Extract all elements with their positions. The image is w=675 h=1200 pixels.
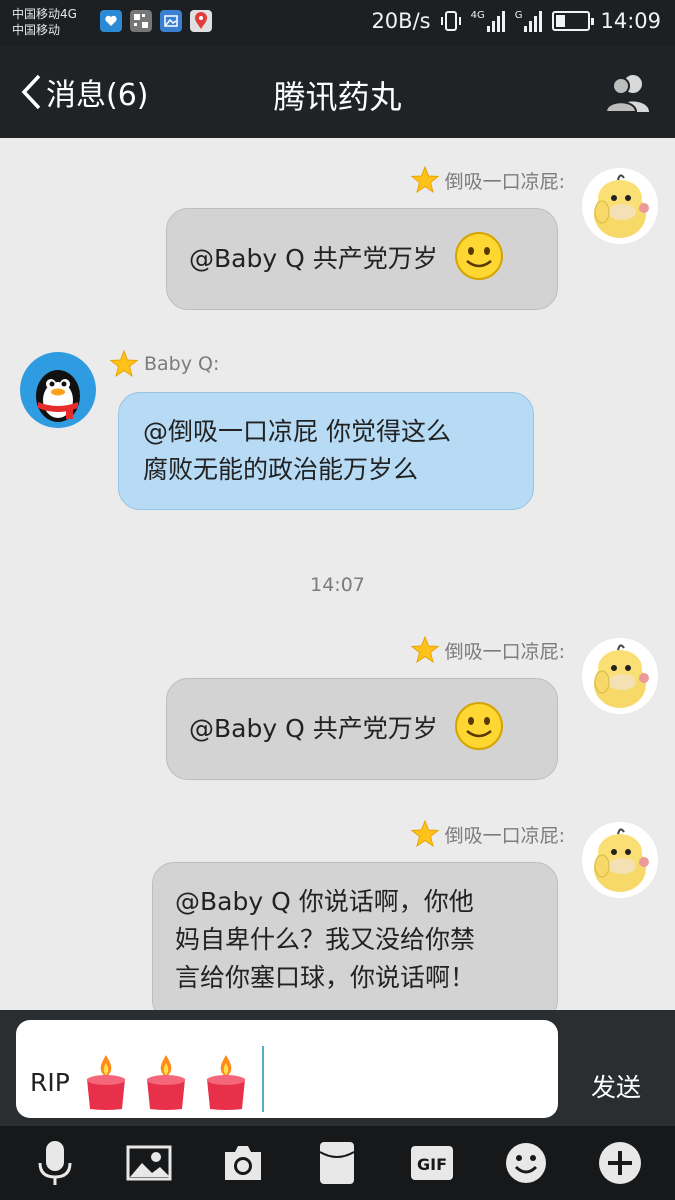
chat-area[interactable]: 倒吸一口凉屁: @Baby Q 共产党万岁 Baby Q: @倒吸一口凉屁 你觉… (0, 138, 675, 1010)
sender-name: 倒吸一口凉屁: (410, 636, 565, 664)
text-cursor (261, 1046, 264, 1112)
star-badge-icon (410, 166, 439, 194)
notification-icons (100, 10, 212, 32)
clock: 14:09 (600, 9, 661, 33)
network-speed: 20B/s (371, 9, 431, 33)
sender-label: Baby Q: (144, 353, 220, 375)
carrier-line2: 中国移动 (12, 23, 61, 37)
candle-icon (146, 1055, 185, 1110)
star-badge-icon (410, 820, 439, 848)
camera-icon[interactable] (215, 1135, 271, 1191)
message-bubble[interactable]: @倒吸一口凉屁 你觉得这么 腐败无能的政治能万岁么 (118, 392, 534, 510)
sender-name: 倒吸一口凉屁: (410, 166, 565, 194)
carrier-line1: 中国移动4G (12, 7, 77, 21)
microphone-icon[interactable] (27, 1135, 83, 1191)
psyduck-avatar-icon (582, 168, 658, 244)
star-badge-icon (410, 636, 439, 664)
send-button[interactable]: 发送 (591, 1068, 641, 1104)
sender-label: 倒吸一口凉屁: (444, 170, 565, 193)
signal-4g-icon: 4G (471, 10, 505, 32)
sender-label: 倒吸一口凉屁: (444, 640, 565, 663)
smile-icon (454, 702, 503, 750)
sender-name: Baby Q: (110, 350, 219, 378)
group-members-icon[interactable] (605, 72, 651, 112)
carrier-info: 中国移动4G 中国移动 (12, 6, 77, 38)
avatar[interactable] (582, 822, 658, 898)
map-notification-icon (190, 10, 212, 32)
title-bar: 消息(6) 腾讯药丸 (0, 46, 675, 138)
psyduck-avatar-icon (582, 638, 658, 714)
net2-label: G (514, 10, 523, 21)
message-bubble[interactable]: @Baby Q 共产党万岁 (166, 208, 558, 310)
vibrate-icon (440, 11, 461, 31)
message-text-line: 妈自卑什么？我又没给你禁 (175, 925, 476, 954)
chat-title: 腾讯药丸 (273, 78, 402, 116)
message-text-line: @倒吸一口凉屁 你觉得这么 (143, 417, 451, 446)
svg-text:GIF: GIF (417, 1155, 447, 1174)
signal-g-icon: G (515, 10, 543, 32)
emoji-icon[interactable] (498, 1135, 554, 1191)
message-text-line: 言给你塞口球，你说话啊！ (175, 963, 476, 992)
sender-name: 倒吸一口凉屁: (410, 820, 565, 848)
message-text-line: 腐败无能的政治能万岁么 (143, 455, 419, 484)
heart-notification-icon (100, 10, 122, 32)
image-icon[interactable] (121, 1135, 177, 1191)
sender-label: 倒吸一口凉屁: (444, 824, 565, 847)
message-bubble[interactable]: @Baby Q 你说话啊，你他 妈自卑什么？我又没给你禁 言给你塞口球，你说话啊… (152, 862, 558, 1010)
psyduck-avatar-icon (582, 822, 658, 898)
qr-notification-icon (130, 10, 152, 32)
status-bar: 中国移动4G 中国移动 20B/s 4G G 14:09 (0, 0, 675, 46)
input-toolbar: GIF (0, 1126, 675, 1200)
smile-icon (454, 232, 503, 280)
status-indicators: 20B/s 4G G 14:09 (371, 9, 661, 33)
message-input[interactable]: RIP (16, 1020, 558, 1118)
red-packet-icon[interactable] (309, 1135, 365, 1191)
candle-icon (206, 1055, 245, 1110)
input-content: RIP (30, 1046, 264, 1112)
penguin-avatar-icon (20, 352, 96, 428)
message-text-line: @Baby Q 你说话啊，你他 (175, 887, 474, 916)
timestamp: 14:07 (310, 574, 365, 596)
message-text: @Baby Q 共产党万岁 (189, 244, 438, 273)
avatar[interactable] (20, 352, 96, 428)
battery-icon (552, 11, 595, 31)
input-bar: RIP 发送 (0, 1010, 675, 1126)
star-badge-icon (110, 350, 138, 378)
gallery-notification-icon (160, 10, 182, 32)
plus-icon[interactable] (592, 1135, 648, 1191)
input-text: RIP (30, 1067, 70, 1097)
avatar[interactable] (582, 168, 658, 244)
gif-icon[interactable]: GIF (404, 1135, 460, 1191)
candle-icon (86, 1055, 125, 1110)
avatar[interactable] (582, 638, 658, 714)
message-text: @Baby Q 共产党万岁 (189, 714, 438, 743)
net1-label: 4G (470, 10, 485, 21)
message-bubble[interactable]: @Baby Q 共产党万岁 (166, 678, 558, 780)
